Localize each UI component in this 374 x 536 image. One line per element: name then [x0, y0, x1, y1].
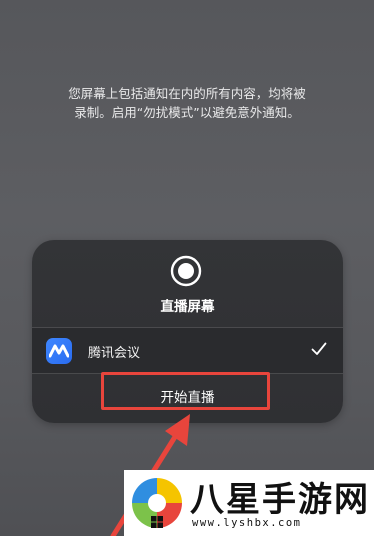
checkmark-icon: [311, 342, 327, 355]
start-broadcast-button[interactable]: 开始直播: [32, 374, 343, 423]
windows-icon: [151, 516, 163, 528]
app-option-tencent-meeting[interactable]: 腾讯会议: [32, 328, 343, 373]
watermark: 八星手游网 www.lyshbx.com: [124, 470, 374, 536]
record-icon: [170, 255, 202, 287]
watermark-title: 八星手游网: [190, 480, 370, 520]
recording-notice-line-1: 您屏幕上包括通知在内的所有内容，均将被: [68, 86, 306, 101]
recording-notice-line-2: 录制。启用“勿扰模式”以避免意外通知。: [74, 105, 300, 120]
panel-title: 直播屏幕: [160, 299, 215, 315]
app-name: 腾讯会议: [88, 346, 141, 361]
tencent-meeting-icon: [46, 338, 72, 364]
screen-broadcast-panel: 直播屏幕 腾讯会议 开始直播: [32, 240, 343, 423]
recording-notice: 您屏幕上包括通知在内的所有内容，均将被 录制。启用“勿扰模式”以避免意外通知。: [34, 84, 340, 122]
watermark-url: www.lyshbx.com: [192, 517, 302, 529]
